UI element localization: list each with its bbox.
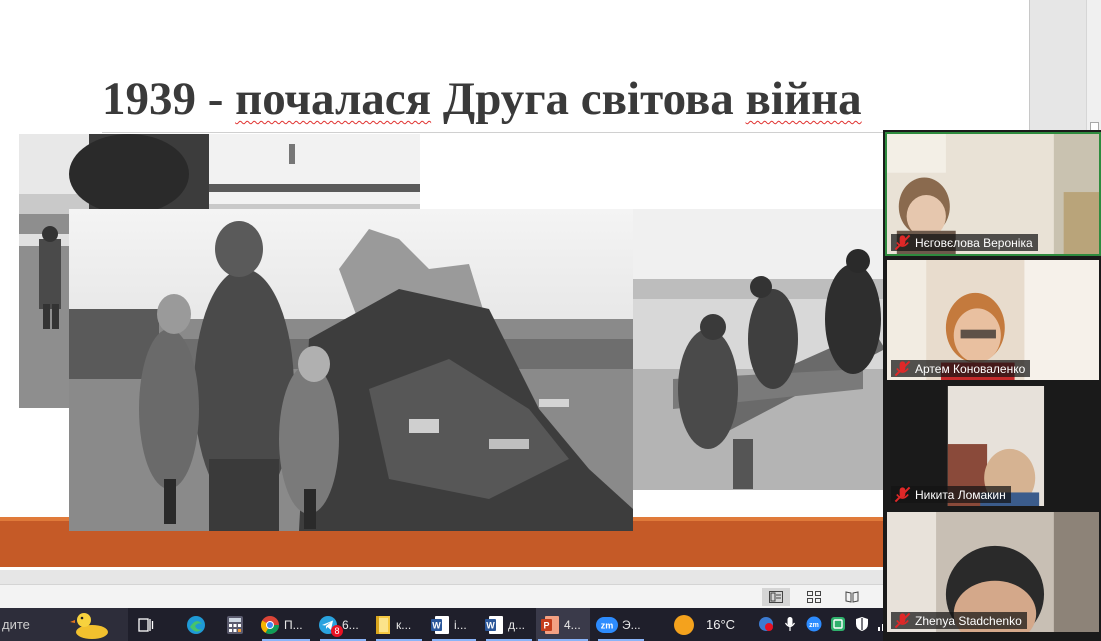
slide-sorter-icon — [807, 591, 821, 603]
slide-sorter-view-button[interactable] — [800, 588, 828, 606]
taskbar-task-view[interactable] — [138, 608, 164, 641]
taskbar-calculator[interactable] — [226, 608, 252, 641]
taskbar-search-box[interactable]: дите — [0, 608, 128, 641]
participant-name: Zhenya Stadchenko — [915, 613, 1022, 628]
zoom-video-gallery: Нєговєлова Вероніка Артем Коноваленко Ни… — [883, 130, 1101, 641]
title-divider — [102, 132, 912, 133]
normal-view-icon — [769, 591, 783, 603]
title-word-spellcheck-3: війна — [745, 73, 862, 125]
powerpoint-icon: P — [541, 615, 559, 634]
normal-view-button[interactable] — [762, 588, 790, 606]
title-word-spellcheck-1: почалася — [235, 73, 432, 125]
taskbar-zoom[interactable]: zm Э... — [596, 608, 646, 641]
taskbar-chrome-label: П... — [284, 617, 303, 632]
svg-text:W: W — [432, 620, 441, 630]
video-tile-participant-3[interactable]: Никита Ломакин — [885, 384, 1101, 508]
taskbar-file-explorer[interactable]: к... — [374, 608, 424, 641]
shield-tray-icon[interactable] — [854, 616, 870, 632]
video-tile-participant-1[interactable]: Нєговєлова Вероніка — [885, 132, 1101, 256]
video-tile-participant-2[interactable]: Артем Коноваленко — [885, 258, 1101, 382]
calculator-icon — [227, 615, 243, 634]
reading-view-icon — [845, 591, 859, 603]
slide-canvas[interactable]: 1939 - почалася Друга світова війна — [0, 0, 1030, 570]
mic-muted-icon — [894, 612, 911, 629]
taskbar-word-2-label: д... — [508, 617, 526, 632]
taskbar-explorer-label: к... — [396, 617, 412, 632]
photo-soldiers[interactable] — [633, 209, 885, 490]
participant-name: Нєговєлова Вероніка — [915, 235, 1033, 250]
participant-name-tag: Нєговєлова Вероніка — [891, 234, 1038, 251]
zoom-icon: zm — [596, 616, 618, 633]
screen: 1939 - почалася Друга світова війна дите… — [0, 0, 1101, 641]
mic-muted-icon — [894, 486, 911, 503]
taskbar-edge[interactable] — [186, 608, 212, 641]
weather-temperature: 16°C — [706, 617, 736, 632]
svg-text:zm: zm — [601, 620, 614, 630]
taskbar-chrome[interactable]: П... — [260, 608, 312, 641]
participant-name-tag: Zhenya Stadchenko — [891, 612, 1027, 629]
edge-icon — [187, 615, 205, 634]
slide-title[interactable]: 1939 - почалася Друга світова війна — [102, 72, 862, 126]
taskbar-word-1[interactable]: W і... — [430, 608, 478, 641]
telegram-badge: 8 — [331, 625, 343, 637]
mic-muted-icon — [894, 234, 911, 251]
participant-name-tag: Артем Коноваленко — [891, 360, 1031, 377]
weather-widget[interactable]: 16°C — [674, 608, 735, 641]
search-highlight-duck-icon[interactable] — [70, 610, 110, 640]
sun-icon — [674, 614, 694, 635]
reading-view-button[interactable] — [838, 588, 866, 606]
title-word-2: Друга світова — [431, 73, 746, 125]
zoom-tray-icon[interactable]: zm — [806, 616, 822, 632]
antivirus-icon[interactable] — [758, 616, 774, 632]
task-view-icon — [138, 617, 154, 632]
word-icon: W — [485, 615, 503, 634]
svg-text:P: P — [543, 620, 549, 630]
taskbar-word-2[interactable]: W д... — [484, 608, 534, 641]
app-tray-icon[interactable] — [830, 616, 846, 632]
word-icon: W — [431, 615, 449, 634]
participant-name: Артем Коноваленко — [915, 361, 1026, 376]
microphone-icon[interactable] — [782, 616, 798, 632]
svg-text:zm: zm — [809, 622, 819, 629]
taskbar-powerpoint[interactable]: P 4... — [536, 608, 590, 641]
taskbar-word-1-label: і... — [454, 617, 467, 632]
participant-name-tag: Никита Ломакин — [891, 486, 1011, 503]
taskbar-telegram[interactable]: 8 6... — [318, 608, 368, 641]
search-text: дите — [2, 617, 30, 632]
file-explorer-icon — [376, 615, 390, 634]
chrome-icon — [260, 615, 279, 634]
video-tile-participant-4[interactable]: Zhenya Stadchenko — [885, 510, 1101, 634]
taskbar-powerpoint-label: 4... — [564, 617, 581, 632]
participant-name: Никита Ломакин — [915, 487, 1006, 502]
taskbar-telegram-label: 6... — [342, 617, 359, 632]
svg-text:W: W — [486, 620, 495, 630]
mic-muted-icon — [894, 360, 911, 377]
photo-refugees-ruins[interactable] — [69, 209, 633, 531]
taskbar-zoom-label: Э... — [622, 617, 641, 632]
title-year: 1939 - — [102, 73, 236, 125]
